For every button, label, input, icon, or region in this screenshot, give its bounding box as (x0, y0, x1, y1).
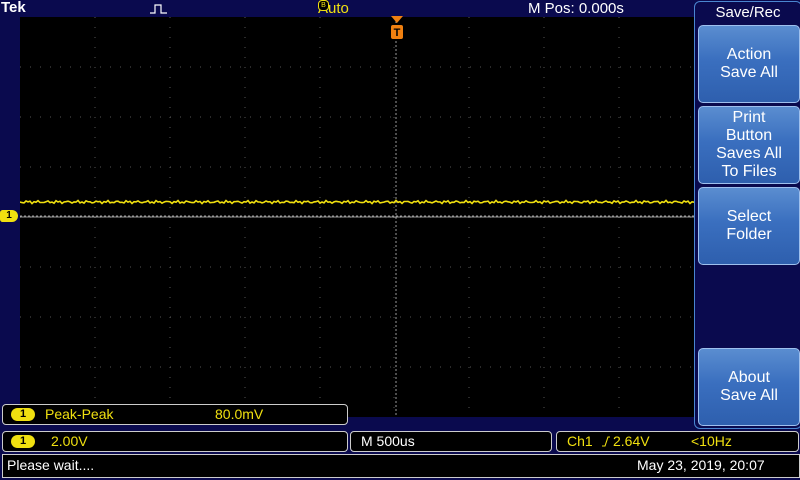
acq-state-icon: B (318, 0, 329, 11)
channel-1-ground-marker[interactable]: 1 (0, 210, 18, 222)
status-bar: Please wait.... May 23, 2019, 20:07 (2, 454, 800, 478)
timebase-value: M 500us (361, 433, 415, 449)
softkey-line: To Files (721, 163, 777, 180)
measurement-channel-badge: 1 (11, 408, 35, 421)
trigger-position-marker[interactable]: T (391, 16, 403, 45)
measurement-readout[interactable]: 1 Peak-Peak 80.0mV (2, 404, 348, 425)
softkey-line: Save All (720, 387, 778, 404)
trigger-level: 2.64V (613, 433, 650, 449)
softkey-line: Save All (720, 64, 778, 81)
vertical-channel-badge: 1 (11, 435, 35, 448)
waveform-display[interactable] (20, 17, 694, 417)
softkey-line: About (728, 369, 770, 386)
trigger-marker-label: T (394, 27, 401, 39)
measurement-value: 80.0mV (215, 406, 264, 422)
about-save-all-button[interactable]: About Save All (698, 348, 800, 426)
print-button-saves-all-button[interactable]: Print Button Saves All To Files (698, 106, 800, 184)
acquisition-mode: B Auto (318, 0, 349, 17)
channel-1-waveform (20, 199, 694, 205)
action-save-all-button[interactable]: Action Save All (698, 25, 800, 103)
select-folder-button[interactable]: Select Folder (698, 187, 800, 265)
softkey-line: Folder (726, 226, 772, 243)
vertical-scale-readout[interactable]: 1 2.00V (2, 431, 348, 452)
trigger-frequency: <10Hz (691, 433, 732, 449)
softkey-line: Print (732, 109, 766, 126)
softkey-line: Saves All (716, 145, 782, 162)
rising-edge-icon (601, 435, 611, 453)
vertical-scale-value: 2.00V (51, 433, 88, 449)
softkey-line: Button (725, 127, 773, 144)
top-bar: Tek B Auto M Pos: 0.000s (0, 0, 695, 17)
status-datetime: May 23, 2019, 20:07 (637, 457, 765, 473)
horizontal-position: M Pos: 0.000s (528, 0, 624, 17)
graticule (20, 17, 694, 417)
measurement-name: Peak-Peak (45, 406, 114, 422)
status-message: Please wait.... (7, 457, 95, 473)
trigger-source: Ch1 (567, 433, 593, 449)
side-menu-title: Save/Rec (715, 4, 781, 21)
timebase-readout[interactable]: M 500us (350, 431, 552, 452)
softkey-line: Action (726, 46, 772, 63)
trigger-readout[interactable]: Ch1 2.64V <10Hz (556, 431, 799, 452)
softkey-line: Select (726, 208, 772, 225)
brand-label: Tek (1, 0, 26, 16)
